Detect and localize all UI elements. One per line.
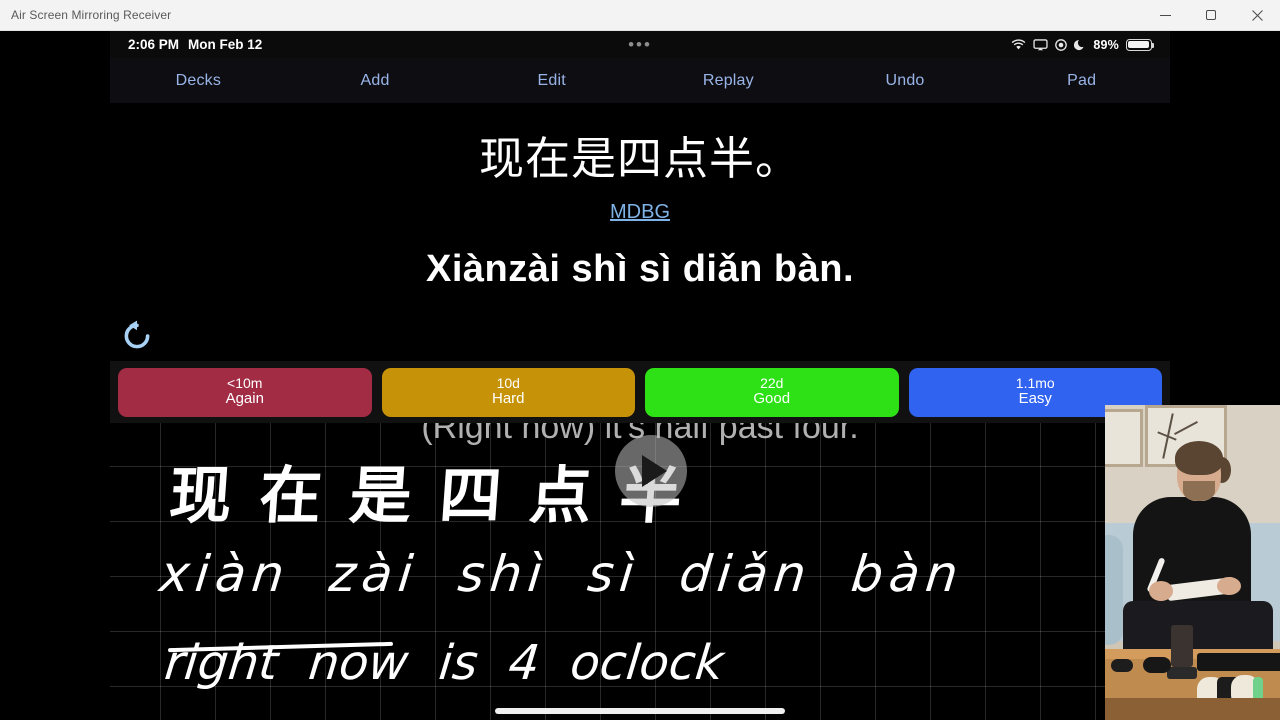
sofa-arm bbox=[1105, 535, 1123, 645]
person-hair bbox=[1175, 441, 1223, 475]
play-icon bbox=[642, 455, 667, 487]
status-date: Mon Feb 12 bbox=[188, 37, 263, 52]
answer-button-again[interactable]: <10m Again bbox=[118, 367, 372, 417]
ipad-status-bar: 2:06 PM Mon Feb 12 ••• 89% bbox=[110, 31, 1170, 58]
person-hand-right bbox=[1217, 577, 1241, 595]
window-controls bbox=[1142, 0, 1280, 31]
toolbar-item-undo[interactable]: Undo bbox=[817, 72, 994, 90]
screen-mirroring-icon bbox=[1033, 38, 1048, 50]
battery-percent: 89% bbox=[1093, 37, 1119, 52]
toolbar-item-pad[interactable]: Pad bbox=[993, 72, 1170, 90]
person-hand-left bbox=[1149, 581, 1173, 601]
flashcard-area: 现在是四点半。 MDBG Xiànzài shì sì diǎn bàn. bbox=[110, 103, 1170, 361]
close-icon bbox=[1251, 9, 1263, 21]
toolbar-item-replay[interactable]: Replay bbox=[640, 72, 817, 90]
close-button[interactable] bbox=[1234, 0, 1280, 31]
card-hanzi-text: 现在是四点半。 bbox=[478, 133, 801, 184]
window-title: Air Screen Mirroring Receiver bbox=[11, 8, 172, 22]
person-beard bbox=[1183, 481, 1215, 501]
wifi-icon bbox=[1012, 38, 1026, 49]
microphone-stand bbox=[1167, 667, 1197, 679]
answer-button-hard[interactable]: 10d Hard bbox=[381, 367, 635, 417]
handwriting-pinyin: xiàn zài shì sì diǎn bàn bbox=[156, 545, 967, 603]
handwriting-video-panel[interactable]: (Right now) it's half past four. 现在是四点半 … bbox=[110, 423, 1170, 720]
easy-interval: 1.1mo bbox=[1015, 374, 1055, 391]
keyboard bbox=[1197, 653, 1280, 671]
battery-icon bbox=[1126, 38, 1155, 51]
again-interval: <10m bbox=[227, 374, 263, 391]
card-pinyin-text: Xiànzài shì sì diǎn bàn. bbox=[426, 247, 854, 290]
answer-buttons-row: <10m Again 10d Hard 22d Good 1.1mo Easy bbox=[110, 361, 1170, 423]
toolbar-item-add[interactable]: Add bbox=[287, 72, 464, 90]
desk-front-edge bbox=[1105, 698, 1280, 720]
microphone bbox=[1171, 625, 1193, 667]
mirrored-screen: 2:06 PM Mon Feb 12 ••• 89% Decks Add Edi… bbox=[110, 31, 1170, 720]
hard-label: Hard bbox=[491, 390, 525, 408]
mdbg-dictionary-link[interactable]: MDBG bbox=[610, 201, 670, 224]
status-time: 2:06 PM bbox=[128, 37, 180, 52]
undo-replay-icon[interactable] bbox=[120, 319, 154, 353]
mouse-secondary bbox=[1111, 659, 1133, 672]
wall-picture-frame-left bbox=[1105, 409, 1143, 467]
minimize-button[interactable] bbox=[1142, 0, 1188, 31]
good-label: Good bbox=[753, 390, 791, 408]
answer-button-good[interactable]: 22d Good bbox=[645, 367, 899, 417]
again-label: Again bbox=[225, 390, 264, 408]
maximize-icon bbox=[1205, 9, 1216, 20]
minimize-icon bbox=[1159, 14, 1171, 16]
easy-label: Easy bbox=[1018, 390, 1052, 408]
toolbar-item-edit[interactable]: Edit bbox=[463, 72, 640, 90]
handwriting-english: right now is 4 oclock bbox=[162, 635, 727, 691]
play-button[interactable] bbox=[615, 435, 687, 507]
toolbar-item-decks[interactable]: Decks bbox=[110, 72, 287, 90]
window-titlebar: Air Screen Mirroring Receiver bbox=[0, 0, 1280, 31]
hard-interval: 10d bbox=[496, 374, 520, 391]
record-icon bbox=[1055, 38, 1068, 51]
anki-toolbar: Decks Add Edit Replay Undo Pad bbox=[110, 58, 1170, 103]
good-interval: 22d bbox=[760, 374, 784, 391]
maximize-button[interactable] bbox=[1188, 0, 1234, 31]
home-indicator[interactable] bbox=[495, 708, 785, 714]
webcam-inset[interactable] bbox=[1105, 405, 1280, 720]
do-not-disturb-moon-icon bbox=[1074, 39, 1084, 50]
mouse bbox=[1143, 657, 1171, 673]
